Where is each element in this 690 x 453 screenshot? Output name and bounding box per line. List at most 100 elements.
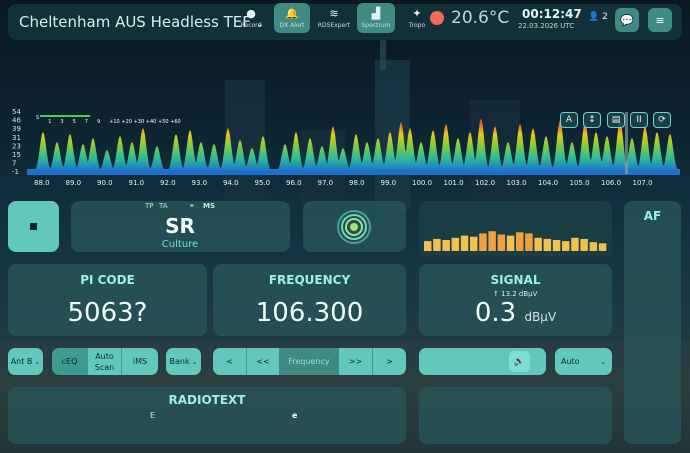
tp-indicator: TP: [145, 202, 154, 210]
radiotext-line-2: e: [292, 411, 298, 420]
ims-button[interactable]: iMS: [122, 348, 158, 375]
menu-icon: ≡: [655, 13, 665, 27]
spectrum-x-axis: 88.0 89.0 90.0 91.0 92.0 93.0 94.0 95.0 96.0 97.0…: [34, 179, 653, 187]
s-meter-tick: +30: [134, 119, 145, 125]
pi-code-label: PI CODE: [80, 273, 135, 287]
nav-rdsexpert[interactable]: ≋ RDSExpert: [316, 3, 352, 33]
spectrum-auto-button[interactable]: A: [560, 112, 578, 128]
users-count: 👤 2: [588, 12, 608, 22]
signal-peak-value: 13.2 dBµV: [501, 290, 538, 298]
station-title-dropdown[interactable]: Cheltenham AUS Headless TEF ⌄: [19, 13, 264, 31]
radiotext-label: RADIOTEXT: [168, 393, 246, 407]
signal-bars-graph: [424, 231, 607, 251]
spectrum-x-tick: 106.0: [601, 179, 621, 187]
signal-bar: [451, 237, 460, 251]
tune-down-button[interactable]: <: [213, 348, 246, 375]
s-meter-tick: 5: [73, 119, 76, 125]
spectrum-y-tick: 39: [12, 125, 21, 133]
s-meter-scale: S 1 3 5 7 9 +10 +20 +30 +40 +50 +60: [36, 115, 181, 125]
clock-time: 00:12:47: [522, 7, 582, 21]
frequency-input[interactable]: Frequency: [279, 348, 339, 375]
s-meter-tick: +40: [146, 119, 157, 125]
ceq-button[interactable]: cEQ: [52, 348, 87, 375]
pi-code-value: 5063?: [67, 298, 148, 328]
spectrum-x-tick: 89.0: [66, 179, 82, 187]
chart-icon: ▟: [371, 6, 381, 20]
tune-up-button[interactable]: >: [373, 348, 406, 375]
pty-label: Culture: [161, 239, 199, 250]
ps-name: SR: [165, 214, 195, 238]
spectrum-x-tick: 94.0: [223, 179, 239, 187]
af-panel: AF: [624, 201, 681, 444]
volume-slider[interactable]: 🔊: [419, 348, 546, 375]
autoscan-button[interactable]: Auto Scan: [87, 348, 122, 375]
nav-rdsexpert-label: RDSExpert: [317, 21, 351, 29]
frequency-label: FREQUENCY: [268, 273, 351, 287]
s-meter-tick: 9: [97, 119, 100, 125]
record-dot-icon: ●: [246, 6, 256, 20]
arrow-up-icon: ↑: [493, 290, 499, 298]
spectrum-x-tick: 96.0: [286, 179, 302, 187]
users-count-value: 2: [602, 12, 608, 22]
bank-value: Bank: [169, 357, 190, 366]
nav-record[interactable]: ● Record: [237, 3, 265, 33]
signal-bar: [506, 235, 515, 251]
station-title: Cheltenham AUS Headless TEF: [19, 13, 251, 31]
spectrum-y-tick: 54: [12, 108, 21, 116]
spectrum-x-tick: 99.0: [381, 179, 397, 187]
stop-button[interactable]: [8, 201, 59, 252]
spectrum-x-tick: 102.0: [475, 179, 495, 187]
nav-tropo-label: Tropo: [408, 21, 426, 29]
s-meter-bar: [40, 115, 90, 117]
signal-bar: [571, 237, 579, 251]
s-meter-tick: +10: [109, 119, 120, 125]
menu-button[interactable]: ≡: [648, 8, 672, 32]
bank-select[interactable]: Bank ⌄: [166, 348, 201, 375]
stereo-panel: [303, 201, 406, 252]
spectrum-y-axis: 5446393123157-1: [12, 108, 21, 176]
user-icon: 👤: [588, 12, 600, 22]
nav-spectrum[interactable]: ▟ Spectrum: [357, 3, 395, 33]
temperature: 20.6°C: [451, 8, 510, 28]
spectrum-x-tick: 104.0: [538, 179, 558, 187]
spectrum-x-tick: 95.0: [255, 179, 271, 187]
nav-spectrum-label: Spectrum: [361, 21, 391, 29]
signal-bar: [479, 233, 487, 251]
frequency-value[interactable]: 106.300: [213, 298, 406, 328]
signal-peak: ↑ 13.2 dBµV: [493, 290, 537, 298]
spectrum-scan-button[interactable]: ▤: [607, 112, 625, 128]
mode-select[interactable]: Auto ⌄: [555, 348, 612, 375]
nav-dx-alert-label: DX Alert: [279, 21, 305, 29]
spectrum-y-tick: 23: [12, 142, 21, 150]
spectrum-refresh-button[interactable]: ⟳: [653, 112, 671, 128]
nav-dx-alert[interactable]: 🔔 DX Alert: [274, 3, 310, 33]
signal-bars-panel: [419, 201, 612, 257]
nav-tropo[interactable]: ✦ Tropo: [403, 3, 431, 33]
radiotext-line-1: E: [150, 411, 156, 420]
chat-button[interactable]: 💬: [615, 8, 639, 32]
s-meter-tick: 7: [85, 119, 88, 125]
mode-value: Auto: [561, 357, 580, 366]
signal-bar: [562, 241, 570, 251]
signal-bar: [470, 236, 478, 251]
scan-mode-group: cEQ Auto Scan iMS: [52, 348, 158, 375]
rss-icon: ≋: [329, 6, 339, 20]
spectrum-pause-button[interactable]: II: [630, 112, 648, 128]
tune-up-fast-button[interactable]: >>: [339, 348, 373, 375]
s-meter-tick: +20: [121, 119, 132, 125]
spectrum-x-tick: 105.0: [570, 179, 590, 187]
stereo-indicator-icon: ⚭: [189, 202, 195, 210]
spectrum-x-tick: 91.0: [129, 179, 145, 187]
signal-bar: [488, 231, 496, 251]
clock-date: 22.03.2026 UTC: [518, 22, 575, 30]
antenna-select[interactable]: Ant B ⌄: [8, 348, 43, 375]
spectrum-x-tick: 88.0: [34, 179, 50, 187]
signal-unit: dBµV: [524, 310, 557, 324]
signal-bar: [460, 235, 469, 251]
tune-down-fast-button[interactable]: <<: [246, 348, 279, 375]
volume-thumb[interactable]: 🔊: [508, 351, 530, 372]
signal-bar: [433, 238, 441, 251]
spectrum-range-button[interactable]: ↕: [583, 112, 601, 128]
ta-indicator: TA: [159, 202, 168, 210]
chevron-down-icon: ⌄: [600, 357, 606, 366]
